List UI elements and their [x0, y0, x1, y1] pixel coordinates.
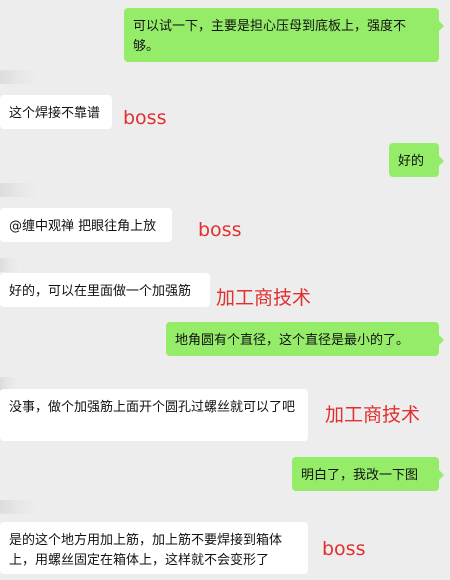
message-bubble-incoming[interactable]: 没事，做个加强筋上面开个圆孔过螺丝就可以了吧: [0, 389, 308, 441]
message-text: 没事，做个加强筋上面开个圆孔过螺丝就可以了吧: [9, 400, 296, 415]
message-text: 可以试一下，主要是担心压母到底板上，强度不够。: [133, 19, 407, 54]
message-text: 这个焊接不靠谱: [9, 106, 101, 121]
speaker-annotation: 加工商技术: [216, 287, 312, 309]
sender-name-blurred: [0, 70, 42, 84]
message-bubble-incoming[interactable]: 这个焊接不靠谱: [0, 95, 112, 129]
message-text: 是的这个地方用加上筋，加上筋不要焊接到箱体上，用螺丝固定在箱体上，这样就不会变形…: [9, 533, 283, 568]
message-bubble-incoming[interactable]: @缠中观禅 把眼往角上放: [0, 208, 172, 242]
speaker-annotation: boss: [322, 538, 366, 560]
message-text: 好的，可以在里面做一个加强筋: [9, 284, 192, 299]
speaker-annotation: boss: [123, 107, 167, 129]
message-bubble-incoming[interactable]: 是的这个地方用加上筋，加上筋不要焊接到箱体上，用螺丝固定在箱体上，这样就不会变形…: [0, 522, 308, 574]
speaker-annotation: boss: [198, 219, 242, 241]
message-text: 地角圆有个直径，这个直径是最小的了。: [175, 333, 410, 348]
message-text: 好的: [398, 154, 425, 169]
message-bubble-incoming[interactable]: 好的，可以在里面做一个加强筋: [0, 273, 210, 307]
sender-name-blurred: [0, 258, 20, 272]
message-bubble-outgoing[interactable]: 明白了，我改一下图: [292, 457, 444, 491]
message-bubble-outgoing[interactable]: 好的: [389, 143, 444, 177]
sender-name-blurred: [0, 183, 42, 197]
speaker-annotation: 加工商技术: [325, 404, 421, 426]
sender-name-blurred: [0, 500, 42, 514]
message-text: @缠中观禅 把眼往角上放: [9, 219, 157, 234]
message-text: 明白了，我改一下图: [301, 468, 419, 483]
message-bubble-outgoing[interactable]: 可以试一下，主要是担心压母到底板上，强度不够。: [124, 8, 444, 62]
message-bubble-outgoing[interactable]: 地角圆有个直径，这个直径是最小的了。: [166, 322, 444, 356]
